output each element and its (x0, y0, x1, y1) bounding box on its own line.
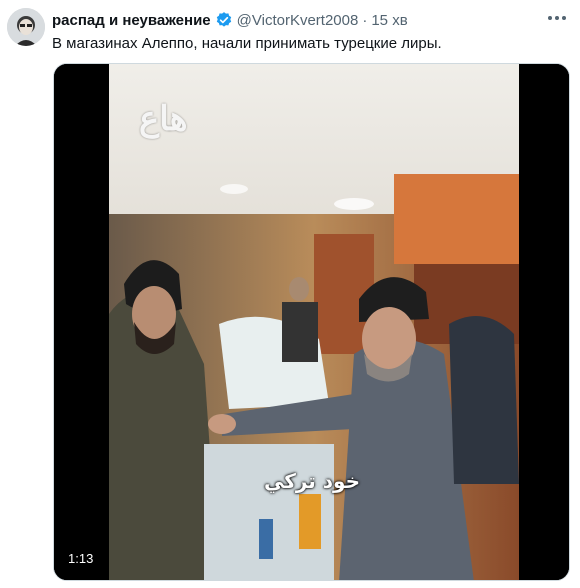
avatar[interactable] (7, 8, 45, 46)
tweet-card[interactable]: распад и неуважение @VictorKvert2008 · 1… (0, 0, 580, 588)
tweet-time[interactable]: 15 хв (371, 12, 407, 29)
video-duration: 1:13 (68, 551, 94, 566)
separator-dot: · (362, 11, 368, 29)
video-frame (54, 64, 569, 580)
more-dots-icon[interactable] (546, 10, 568, 28)
video-caption: خود تركي (264, 469, 360, 493)
author-name[interactable]: распад и неуважение (52, 12, 211, 29)
author-handle[interactable]: @VictorKvert2008 (237, 12, 359, 29)
watermark-logo: هاع (139, 99, 188, 139)
video-player[interactable]: هاع خود تركي (53, 63, 570, 581)
tweet-header: распад и неуважение @VictorKvert2008 · 1… (52, 10, 408, 30)
verified-badge-icon (215, 11, 233, 29)
tweet-text: В магазинах Алеппо, начали принимать тур… (52, 35, 442, 52)
